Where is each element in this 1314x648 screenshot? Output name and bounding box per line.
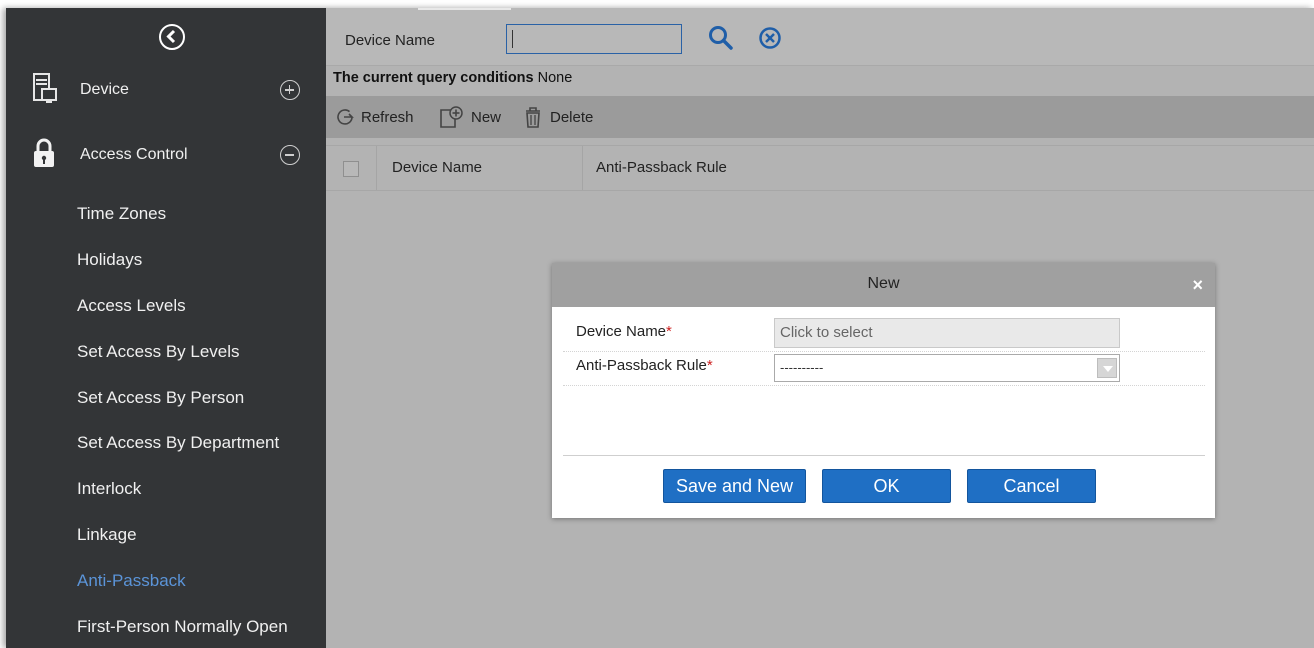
sidebar: Device Access Control Time Zones Holiday…	[6, 8, 326, 648]
new-button[interactable]: New	[439, 96, 501, 138]
expand-icon[interactable]	[280, 80, 300, 100]
required-marker: *	[706, 357, 713, 374]
sidebar-group-access-control[interactable]: Access Control	[6, 132, 326, 178]
trash-icon	[526, 107, 540, 128]
new-dialog: New × Device Name* Click to select Anti-…	[552, 263, 1215, 518]
anti-passback-rule-select[interactable]: ----------	[774, 354, 1120, 382]
new-doc-icon	[440, 106, 463, 128]
sidebar-item-anti-passback[interactable]: Anti-Passback	[77, 571, 186, 591]
sidebar-item-linkage[interactable]: Linkage	[77, 525, 137, 545]
anti-passback-rule-label: Anti-Passback Rule*	[576, 357, 713, 374]
sidebar-group-device[interactable]: Device	[6, 67, 326, 113]
sidebar-item-set-access-by-department[interactable]: Set Access By Department	[77, 433, 279, 453]
sidebar-item-holidays[interactable]: Holidays	[77, 250, 142, 270]
sidebar-item-set-access-by-levels[interactable]: Set Access By Levels	[77, 342, 240, 362]
close-icon[interactable]: ×	[1192, 275, 1203, 296]
search-bar: Device Name	[326, 8, 1314, 66]
sidebar-group-label: Access Control	[80, 146, 188, 163]
table-header: Device Name Anti-Passback Rule	[326, 145, 1314, 191]
save-and-new-button[interactable]: Save and New	[663, 469, 806, 503]
query-prefix: The current query conditions	[333, 70, 534, 86]
toolbar: Refresh New Delete	[326, 96, 1314, 138]
dialog-title: New	[867, 275, 900, 292]
divider	[418, 8, 511, 10]
refresh-label: Refresh	[361, 108, 414, 126]
divider	[563, 455, 1205, 456]
clear-search-icon[interactable]	[758, 26, 782, 55]
device-name-label: Device Name*	[576, 323, 672, 340]
sidebar-item-access-levels[interactable]: Access Levels	[77, 296, 186, 316]
column-header-anti-passback-rule[interactable]: Anti-Passback Rule	[596, 159, 727, 176]
select-all-checkbox[interactable]	[343, 161, 359, 177]
search-icon[interactable]	[708, 25, 734, 56]
query-value: None	[537, 70, 573, 86]
query-conditions: The current query conditions None	[333, 70, 572, 86]
sidebar-item-time-zones[interactable]: Time Zones	[77, 204, 166, 224]
sidebar-group-label: Device	[80, 81, 129, 98]
sidebar-item-first-person-normally-open[interactable]: First-Person Normally Open	[77, 617, 288, 637]
lock-icon	[33, 138, 55, 173]
refresh-icon	[337, 109, 354, 125]
collapse-icon[interactable]	[280, 145, 300, 165]
required-marker: *	[666, 323, 672, 340]
cancel-button[interactable]: Cancel	[967, 469, 1096, 503]
column-header-device-name[interactable]: Device Name	[392, 159, 482, 176]
device-icon	[33, 72, 57, 108]
collapse-sidebar-icon[interactable]	[159, 24, 185, 50]
app-window: Device Access Control Time Zones Holiday…	[6, 8, 1314, 648]
ok-button[interactable]: OK	[822, 469, 951, 503]
delete-button[interactable]: Delete	[522, 96, 593, 138]
new-label: New	[471, 108, 502, 126]
delete-label: Delete	[550, 108, 594, 126]
refresh-button[interactable]: Refresh	[335, 96, 414, 138]
sidebar-item-set-access-by-person[interactable]: Set Access By Person	[77, 388, 244, 408]
search-label: Device Name	[345, 32, 436, 49]
chevron-down-icon[interactable]	[1097, 358, 1117, 378]
dialog-title-bar[interactable]: New ×	[552, 263, 1215, 307]
sidebar-item-interlock[interactable]: Interlock	[77, 479, 141, 499]
search-input[interactable]	[506, 24, 682, 54]
device-name-field[interactable]: Click to select	[774, 318, 1120, 348]
select-value: ----------	[780, 360, 824, 375]
